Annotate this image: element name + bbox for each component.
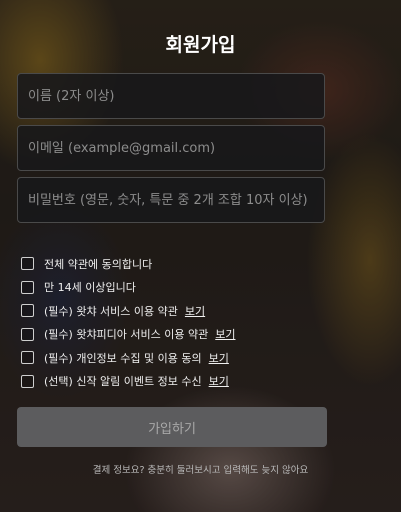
marketing-row[interactable]: (선택) 신작 알림 이벤트 정보 수신 보기 bbox=[21, 370, 236, 394]
privacy-view-link[interactable]: 보기 bbox=[209, 350, 229, 366]
name-input[interactable] bbox=[17, 73, 325, 119]
watcha-terms-row[interactable]: (필수) 왓챠 서비스 이용 약관 보기 bbox=[21, 299, 236, 323]
agree-all-row[interactable]: 전체 약관에 동의합니다 bbox=[21, 252, 236, 276]
pedia-terms-view-link[interactable]: 보기 bbox=[215, 326, 235, 342]
signup-button[interactable]: 가입하기 bbox=[17, 407, 327, 447]
privacy-row[interactable]: (필수) 개인정보 수집 및 이용 동의 보기 bbox=[21, 346, 236, 370]
watcha-terms-view-link[interactable]: 보기 bbox=[185, 303, 205, 319]
email-input[interactable] bbox=[17, 125, 325, 171]
privacy-label: (필수) 개인정보 수집 및 이용 동의 bbox=[44, 351, 202, 365]
signup-form: 회원가입 전체 약관에 동의합니다 만 14세 이상입니다 (필수) 왓챠 서비… bbox=[0, 0, 401, 512]
agree-all-checkbox[interactable] bbox=[21, 257, 34, 271]
watcha-terms-label: (필수) 왓챠 서비스 이용 약관 bbox=[44, 304, 178, 318]
marketing-checkbox[interactable] bbox=[21, 374, 34, 388]
pedia-terms-label: (필수) 왓챠피디아 서비스 이용 약관 bbox=[44, 328, 209, 342]
age-14-row[interactable]: 만 14세 이상입니다 bbox=[21, 276, 236, 300]
agree-all-label: 전체 약관에 동의합니다 bbox=[44, 257, 153, 271]
age-14-label: 만 14세 이상입니다 bbox=[44, 281, 136, 295]
password-input[interactable] bbox=[17, 177, 325, 223]
agreement-list: 전체 약관에 동의합니다 만 14세 이상입니다 (필수) 왓챠 서비스 이용 … bbox=[21, 252, 236, 393]
watcha-terms-checkbox[interactable] bbox=[21, 304, 34, 318]
page-title: 회원가입 bbox=[165, 34, 236, 56]
pedia-terms-row[interactable]: (필수) 왓챠피디아 서비스 이용 약관 보기 bbox=[21, 323, 236, 347]
footer-note: 결제 정보요? 충분히 둘러보시고 입력해도 늦지 않아요 bbox=[92, 465, 309, 476]
privacy-checkbox[interactable] bbox=[21, 351, 34, 365]
age-14-checkbox[interactable] bbox=[21, 280, 34, 294]
marketing-view-link[interactable]: 보기 bbox=[209, 373, 229, 389]
pedia-terms-checkbox[interactable] bbox=[21, 327, 34, 341]
marketing-label: (선택) 신작 알림 이벤트 정보 수신 bbox=[44, 375, 202, 389]
